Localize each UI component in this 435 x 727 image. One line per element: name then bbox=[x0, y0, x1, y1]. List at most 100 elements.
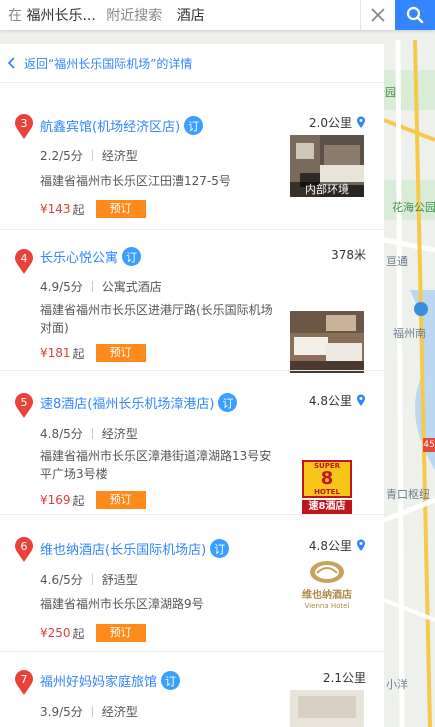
svg-text:4: 4 bbox=[21, 252, 28, 265]
distance-text: 2.1公里 bbox=[322, 671, 366, 685]
rating: 2.2/5分 bbox=[40, 149, 83, 163]
address: 福建省福州市长乐区进港厅路(长乐国际机场对面) bbox=[40, 303, 273, 335]
address: 福建省福州市长乐区漳港街道漳湖路13号安平广场3号楼 bbox=[40, 449, 272, 481]
booking-badge[interactable]: 订 bbox=[218, 393, 238, 412]
book-button[interactable]: 预订 bbox=[95, 491, 146, 509]
price-row: ¥181 起 预订 bbox=[40, 344, 146, 362]
distance-text: 2.0公里 bbox=[308, 116, 352, 130]
super8-logo: SUPER 8 HOTEL 速8酒店 bbox=[302, 460, 352, 514]
svg-text:6: 6 bbox=[21, 540, 28, 553]
svg-text:5: 5 bbox=[21, 396, 28, 409]
book-button[interactable]: 预订 bbox=[95, 200, 146, 218]
marker-pin-icon: 5 bbox=[14, 393, 34, 419]
hotel-type: 经济型 bbox=[101, 149, 138, 163]
svg-text:3: 3 bbox=[21, 117, 28, 130]
booking-badge[interactable]: 订 bbox=[184, 116, 204, 135]
price: ¥143 bbox=[40, 202, 71, 216]
rating: 3.9/5分 bbox=[40, 705, 83, 719]
hotel-name[interactable]: 维也纳酒店(长乐国际机场店) 订 bbox=[40, 539, 230, 558]
distance: 2.1公里 bbox=[323, 669, 366, 686]
booking-badge[interactable]: 订 bbox=[210, 539, 230, 558]
marker-pin-icon: 7 bbox=[14, 670, 34, 696]
book-button[interactable]: 预订 bbox=[95, 344, 146, 362]
list-item[interactable]: 4 长乐心悦公寓 订 378米 4.9/5分 公寓式酒店 福建省福州市长乐区进港厅… bbox=[0, 230, 384, 373]
hotel-type: 经济型 bbox=[101, 427, 138, 441]
hotel-type: 经济型 bbox=[101, 705, 138, 719]
search-nearby: 附近搜索 bbox=[106, 8, 163, 24]
hotel-name-text: 维也纳酒店(长乐国际机场店) bbox=[40, 543, 207, 558]
map-label: 青口枢纽 bbox=[386, 488, 430, 501]
hotel-thumbnail[interactable] bbox=[290, 311, 364, 373]
list-item[interactable]: 3 航鑫宾馆(机场经济区店) 订 2.0公里 2.2/5分 经济型 福建省福州市长… bbox=[0, 92, 384, 229]
location-pin-icon bbox=[356, 394, 366, 407]
location-pin-icon bbox=[356, 116, 366, 129]
rating-type: 2.2/5分 经济型 bbox=[40, 147, 138, 164]
search-city: 福州长乐... bbox=[26, 8, 96, 24]
distance-text: 378米 bbox=[331, 248, 366, 262]
price-suffix: 起 bbox=[72, 626, 85, 641]
rating-type: 4.9/5分 公寓式酒店 bbox=[40, 278, 162, 295]
hotel-name[interactable]: 速8酒店(福州长乐机场漳港店) 订 bbox=[40, 393, 238, 412]
hotel-name[interactable]: 长乐心悦公寓 订 bbox=[40, 247, 142, 266]
hotel-name-text: 长乐心悦公寓 bbox=[40, 251, 119, 266]
rating-type: 3.9/5分 经济型 bbox=[40, 703, 138, 720]
hotel-name-text: 福州好妈妈家庭旅馆 bbox=[40, 675, 158, 690]
booking-badge[interactable]: 订 bbox=[122, 247, 142, 266]
map-label: 福州南 bbox=[393, 327, 426, 340]
hotel-name[interactable]: 福州好妈妈家庭旅馆 订 bbox=[40, 671, 181, 690]
road-badge: 45 bbox=[423, 438, 435, 452]
hotel-room-photo bbox=[290, 311, 364, 373]
list-item[interactable]: 5 速8酒店(福州长乐机场漳港店) 订 4.8公里 4.8/5分 经济型 福建省福… bbox=[0, 371, 384, 518]
search-prefix: 在 bbox=[8, 8, 22, 24]
distance: 4.8公里 bbox=[309, 537, 366, 554]
rating: 4.6/5分 bbox=[40, 573, 83, 587]
hotel-thumbnail[interactable]: 维也纳酒店 Vienna Hotel bbox=[290, 555, 364, 617]
hotel-type: 舒适型 bbox=[101, 573, 138, 587]
booking-badge[interactable]: 订 bbox=[161, 671, 181, 690]
search-query[interactable]: 在 福州长乐... 附近搜索 酒店 bbox=[0, 5, 360, 25]
close-icon bbox=[371, 8, 385, 22]
search-button[interactable] bbox=[395, 0, 435, 30]
vienna-logo: 维也纳酒店 Vienna Hotel bbox=[290, 559, 364, 615]
hotel-name[interactable]: 航鑫宾馆(机场经济区店) 订 bbox=[40, 116, 204, 135]
search-keyword: 酒店 bbox=[176, 8, 205, 24]
chevron-left-icon bbox=[8, 57, 16, 69]
price-suffix: 起 bbox=[72, 202, 85, 217]
marker-pin-icon: 6 bbox=[14, 537, 34, 563]
hotel-name-text: 速8酒店(福州长乐机场漳港店) bbox=[40, 397, 215, 412]
clear-button[interactable] bbox=[360, 0, 395, 30]
hotel-thumbnail[interactable]: SUPER 8 HOTEL 速8酒店 bbox=[290, 456, 364, 518]
location-pin-icon bbox=[356, 539, 366, 552]
price-row: ¥143 起 预订 bbox=[40, 200, 146, 218]
hotel-thumbnail[interactable]: 内部环境 bbox=[290, 135, 364, 197]
marker-pin-icon: 3 bbox=[14, 114, 34, 140]
price: ¥181 bbox=[40, 346, 71, 360]
address: 福建省福州市长乐区江田漕127-5号 bbox=[40, 174, 231, 188]
distance: 378米 bbox=[331, 246, 366, 263]
distance-text: 4.8公里 bbox=[308, 394, 352, 408]
list-item[interactable]: 7 福州好妈妈家庭旅馆 订 2.1公里 3.9/5分 经济型 bbox=[0, 652, 384, 727]
rating-type: 4.8/5分 经济型 bbox=[40, 425, 138, 442]
results-panel: 返回“福州长乐国际机场”的详情 3 航鑫宾馆(机场经济区店) 订 2.0公里 2… bbox=[0, 44, 384, 727]
hotel-name-text: 航鑫宾馆(机场经济区店) bbox=[40, 120, 181, 135]
price-suffix: 起 bbox=[72, 493, 85, 508]
map-label: 亘通 bbox=[386, 255, 408, 268]
thumbnail-caption: 内部环境 bbox=[290, 182, 364, 197]
search-bar[interactable]: 在 福州长乐... 附近搜索 酒店 bbox=[0, 0, 435, 30]
back-link[interactable]: 返回“福州长乐国际机场”的详情 bbox=[0, 44, 384, 83]
hotel-room-photo bbox=[290, 690, 364, 727]
list-item[interactable]: 6 维也纳酒店(长乐国际机场店) 订 4.8公里 4.6/5分 舒适型 福建省福州… bbox=[0, 515, 384, 651]
distance: 4.8公里 bbox=[309, 392, 366, 409]
hotel-thumbnail[interactable] bbox=[290, 690, 364, 727]
rating: 4.8/5分 bbox=[40, 427, 83, 441]
price-suffix: 起 bbox=[72, 346, 85, 361]
price: ¥169 bbox=[40, 493, 71, 507]
distance: 2.0公里 bbox=[309, 114, 366, 131]
marker-pin-icon: 4 bbox=[14, 249, 34, 275]
back-link-label: 返回“福州长乐国际机场”的详情 bbox=[24, 56, 193, 71]
search-icon bbox=[406, 6, 424, 24]
book-button[interactable]: 预订 bbox=[95, 624, 146, 642]
price-row: ¥169 起 预订 bbox=[40, 491, 146, 509]
svg-text:7: 7 bbox=[21, 673, 28, 686]
map-label: 小洋 bbox=[386, 678, 408, 691]
